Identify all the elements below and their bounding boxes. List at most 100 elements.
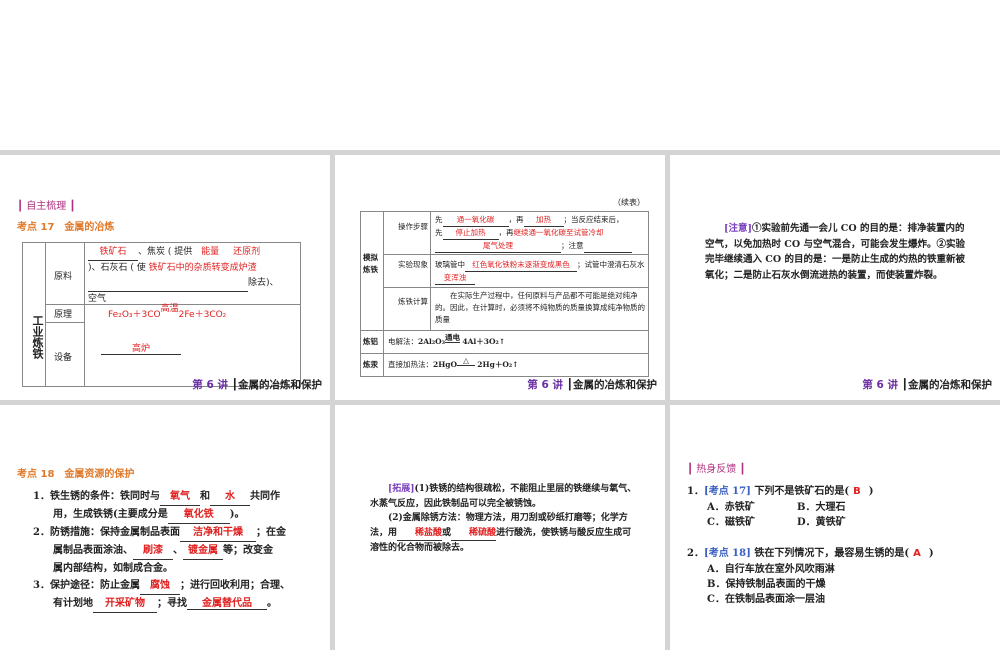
calc-cell: 在实际生产过程中，任何原料与产品都不可能是绝对纯净的。因此，在计算时，必须将不纯… [431,288,649,331]
answer: 水 [209,488,250,506]
q-num: 1． [687,486,704,497]
answer: 金属替代品 [187,599,267,610]
text: 2．防锈措施：保持金属制品表面 [33,527,180,538]
text: ，再 [498,228,514,237]
protection-list: 1．铁生锈的条件：铁同时与 氧气和水共同作 用，生成铁锈(主要成分是 氧化铁)。 2… [33,488,323,613]
extension-text: [拓展](1)铁锈的结构很疏松，不能阻止里层的铁继续与氧气、水蒸气反应，因此铁制… [370,482,640,556]
text: 空气 [88,294,107,304]
row-label: 原料 [46,243,85,305]
answer: 腐蚀 [139,577,180,595]
group-label: 模拟炼铁 [361,212,384,331]
answer: 继续通一氧化碳至试管冷却 [513,228,604,237]
slide-5[interactable]: [拓展](1)铁锈的结构很疏松，不能阻止里层的铁继续与氧气、水蒸气反应，因此铁制… [335,405,665,650]
slide-2[interactable]: （续表） 模拟炼铁 操作步骤 实验现象 炼铁计算 先通一氧化碳 ，再 加热 ；当反应结… [335,155,665,400]
text: 和 [199,491,210,502]
section-title: ┃ 热身反馈 ┃ [687,464,746,475]
answer: 开采矿物 [93,595,157,613]
slide-footer: 第 6 讲 ┃金属的冶炼和保护 [527,379,657,391]
extension-tag: [拓展] [388,484,415,494]
q-num: 2． [687,548,704,559]
kaodian-ref: [考点 17] [703,486,751,497]
answer: B [853,486,861,497]
lab-table: 模拟炼铁 操作步骤 实验现象 炼铁计算 先通一氧化碳 ，再 加热 ；当反应结束后， 先… [360,211,649,377]
text: ；当反应结束后， [563,215,624,224]
text: 3．保护途径：防止金属 [33,580,140,591]
continued-label: （续表） [613,198,645,207]
q-stem: 铁在下列情况下，最容易生锈的是( [754,548,910,559]
option: A．自行车放在室外风吹雨淋 [707,564,835,575]
answer: 刷漆 [133,542,173,560]
text: 等；改变金 [223,545,273,556]
slide-footer: 第 6 讲 ┃金属的冶炼和保护 [192,379,322,391]
lecture-title: 金属的冶炼和保护 [908,379,992,391]
answer: 能量 [201,247,220,257]
row-label: 操作步骤 [384,212,431,255]
answer: 变浑浊 [435,272,475,285]
slide-3[interactable]: [注意]①实验前先通一会儿 CO 的目的是：排净装置内的空气，以免加热时 CO … [670,155,1000,400]
phenomenon-cell: 玻璃管中 红色氧化铁粉末逐渐变成黑色 ；试管中澄清石灰水变浑浊 [431,255,649,288]
text: 共同作 [249,491,280,502]
steps-cell: 先通一氧化碳 ，再 加热 ；当反应结束后， 先停止加热 ，再继续通一氧化碳至试管冷却 尾… [431,212,649,255]
answer: A [913,548,921,559]
text: ；注意 [561,241,584,250]
text: 除去)、 [248,278,279,288]
answer: 红色氧化铁粉末逐渐变成黑色 [465,259,577,272]
answer: 铁矿石 [88,245,138,261]
kaodian-title: 考点 17 金属的冶炼 [17,222,115,233]
answer: 停止加热 [442,227,499,240]
lecture-title: 金属的冶炼和保护 [573,379,657,391]
smelting-table: 工业炼铁 原料 原理 设备 铁矿石 、焦炭 ( 提供 能量 还原剂 )、石灰石 ( … [22,242,301,387]
lecture-num: 第 6 讲 [862,379,899,391]
slide-6[interactable]: ┃ 热身反馈 ┃ 1．[考点 17] 下列不是铁矿石的是(B) A．赤铁矿 B．大… [670,405,1000,650]
answer: 通一氧化碳 [442,214,509,227]
lecture-num: 第 6 讲 [527,379,564,391]
text: 先 [435,215,443,224]
method: 电解法： [388,337,418,346]
slide-1[interactable]: ┃ 自主梳理 ┃ 考点 17 金属的冶炼 工业炼铁 原料 原理 设备 铁矿石 、焦… [0,155,330,400]
text: ) [928,548,934,559]
answer: 高炉 [101,341,181,355]
eq-condition: 高温 [160,304,179,314]
section-title: ┃ 自主梳理 ┃ [17,201,76,212]
answer: 洁净和干燥 [179,524,256,542]
text: 属内部结构，如制成合金。 [53,563,173,574]
text: )、石灰石 ( 使 [88,263,146,273]
kaodian-ref: [考点 18] [703,548,751,559]
eq-right: 4Al＋3O₂↑ [462,337,506,346]
row-label: 炼铁计算 [384,288,431,331]
option: B．大理石 [797,502,846,513]
slide-footer: 第 6 讲 ┃金属的冶炼和保护 [862,379,992,391]
answer: 氧化铁 [167,506,230,524]
equation: Fe₂O₃＋3CO高温2Fe＋3CO₂ [108,304,226,320]
row-label: 原理 [46,305,85,323]
slide-4[interactable]: 考点 18 金属资源的保护 1．铁生锈的条件：铁同时与 氧气和水共同作 用，生成铁… [0,405,330,650]
eq-left: Fe₂O₃＋3CO [108,310,161,320]
question-1: 1．[考点 17] 下列不是铁矿石的是(B) A．赤铁矿 B．大理石 C．磁铁矿 D… [687,483,987,530]
q-stem: 下列不是铁矿石的是( [754,486,850,497]
row-label: 实验现象 [384,255,431,288]
mercury-cell: 直接加热法：2HgO △ 2Hg＋O₂↑ [384,354,649,377]
answer: 氧气 [159,488,200,506]
text: 或 [442,527,452,538]
eq-right: 2Hg＋O₂↑ [477,360,519,369]
text: 1．铁生锈的条件：铁同时与 [33,491,160,502]
row-label: 炼汞 [361,354,384,377]
text: 属制品表面涂油、 [53,545,133,556]
eq-condition: △ [457,356,475,366]
section-label: 自主梳理 [26,201,67,212]
answer: 尾气处理 [435,240,561,253]
text: 、 [173,545,183,556]
text: ) [868,486,874,497]
text: ；试管中澄清石灰水 [577,260,645,269]
eq-left: 2Al₂O₃ [418,337,445,346]
text: 、焦炭 ( 提供 [138,247,193,257]
row-label: 炼铝 [361,331,384,354]
answer: 还原剂 [233,247,261,257]
option: A．赤铁矿 [707,502,755,513]
blank-area [0,0,1000,150]
note-tag: [注意] [724,223,752,234]
text: ；在金 [255,527,286,538]
option: D．黄铁矿 [797,517,846,528]
aluminum-cell: 电解法：2Al₂O₃通电 4Al＋3O₂↑ [384,331,649,354]
text: ；进行回收利用；合理、 [179,580,290,591]
